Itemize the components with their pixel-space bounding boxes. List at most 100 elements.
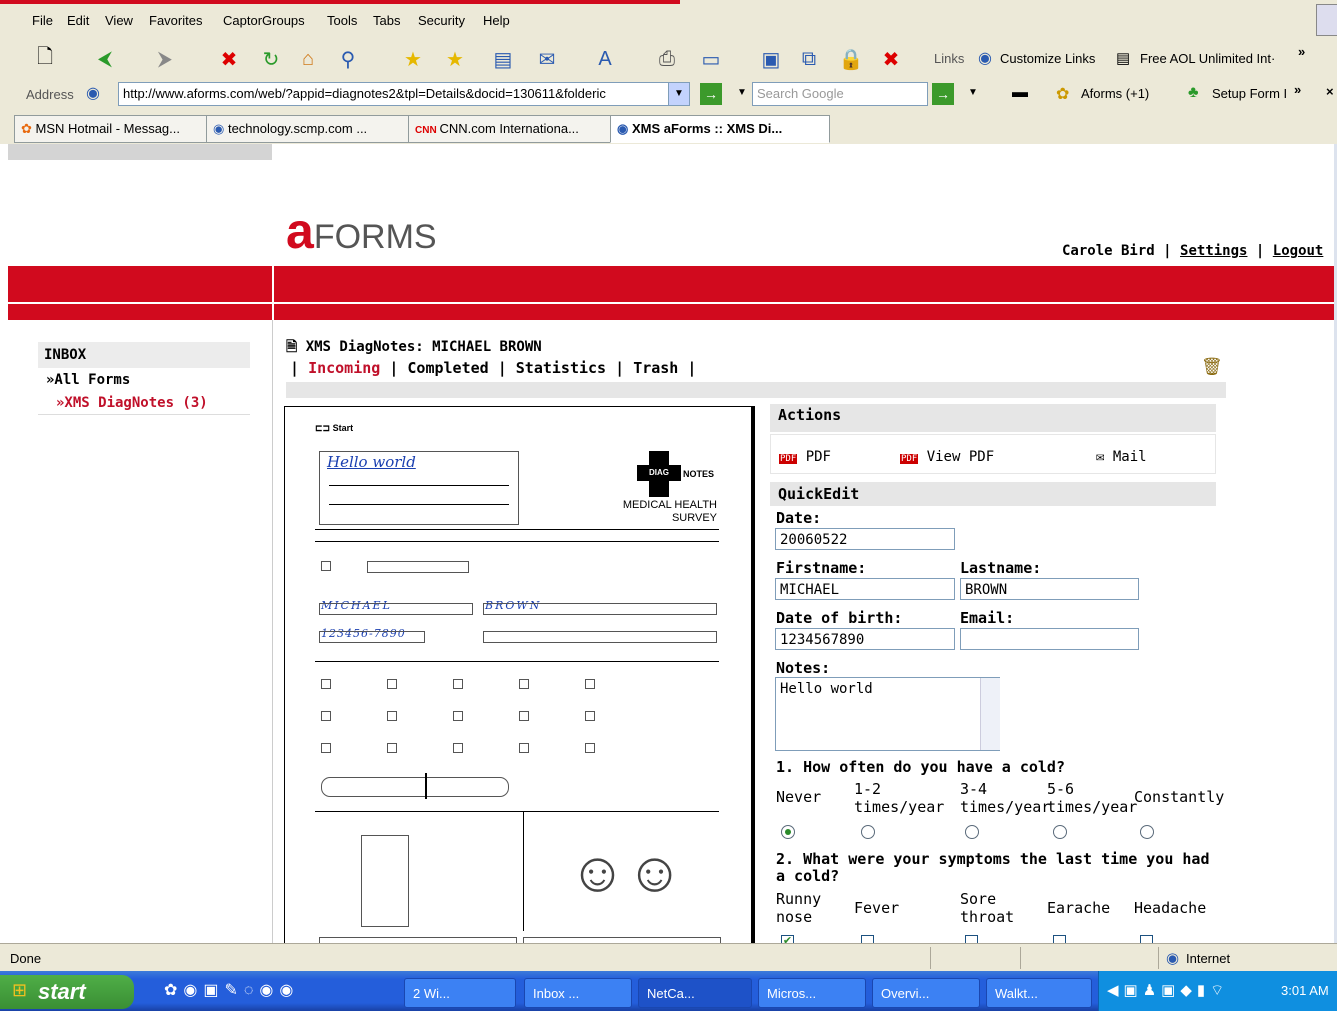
pdf-action[interactable]: PDF PDF: [779, 449, 831, 465]
tab-incoming[interactable]: Incoming: [308, 359, 380, 377]
tab-statistics[interactable]: Statistics: [516, 359, 606, 377]
q2-check-headache[interactable]: [1140, 935, 1153, 943]
all-forms-link[interactable]: »All Forms: [46, 372, 130, 388]
tray-icons[interactable]: ◀▣♟▣◆▮⌔: [1107, 981, 1229, 1000]
stop-icon[interactable]: ✖: [214, 44, 244, 74]
close-icon[interactable]: ✖: [876, 44, 906, 74]
address-dropdown-icon[interactable]: ▼: [668, 82, 690, 106]
settings-link[interactable]: Settings: [1180, 243, 1247, 259]
menu-view[interactable]: View: [105, 13, 133, 28]
menu-file[interactable]: File: [32, 13, 53, 28]
tab-trash[interactable]: Trash: [633, 359, 678, 377]
forward-button-icon[interactable]: ⮞: [150, 44, 180, 74]
q2-check-fever[interactable]: [861, 935, 874, 943]
back-button-icon[interactable]: ⮜: [90, 44, 120, 74]
tab-xms-aforms[interactable]: ◉ XMS aForms :: XMS Di...: [610, 115, 830, 143]
search-options-icon[interactable]: ▼: [968, 87, 978, 98]
check-q3: [585, 743, 595, 753]
tab-completed[interactable]: Completed: [407, 359, 488, 377]
thermometer: [321, 777, 509, 797]
quick-launch-icons[interactable]: ✿◉▣✎◌◉◉: [164, 980, 299, 1000]
q1-radio-never[interactable]: [781, 825, 795, 839]
rating-grid: [361, 835, 409, 927]
lock-icon[interactable]: 🔒: [836, 44, 866, 74]
q1-radio-3-4[interactable]: [965, 825, 979, 839]
menu-edit[interactable]: Edit: [67, 13, 89, 28]
task-netcaptor[interactable]: NetCa...: [638, 978, 752, 1008]
page-icon[interactable]: ▣: [756, 44, 786, 74]
aforms-button[interactable]: Aforms (+1): [1081, 86, 1149, 101]
new-page-icon[interactable]: 🗋: [30, 44, 60, 74]
q2-label: 2. What were your symptoms the last time…: [776, 850, 1210, 885]
firstname-field[interactable]: MICHAEL: [775, 578, 955, 600]
setup-form-link[interactable]: Setup Form I: [1212, 86, 1287, 101]
tab-scmp[interactable]: ◉ technology.scmp.com ...: [206, 115, 416, 143]
toolbar-app-icon[interactable]: ▬: [1012, 84, 1028, 102]
customize-links[interactable]: Customize Links: [1000, 51, 1095, 66]
chevron-more-icon[interactable]: »: [1294, 82, 1301, 97]
menu-help[interactable]: Help: [483, 13, 510, 28]
history-icon[interactable]: ▤: [488, 44, 518, 74]
lastname-field[interactable]: BROWN: [960, 578, 1139, 600]
date-field[interactable]: 20060522: [775, 528, 955, 550]
notes-textarea[interactable]: Hello world: [775, 677, 1000, 751]
chevron-more-icon[interactable]: »: [1298, 44, 1305, 59]
trash-icon[interactable]: 🗑: [1201, 357, 1223, 377]
aol-link[interactable]: Free AOL Unlimited Int·: [1140, 51, 1275, 66]
xms-diagnotes-link[interactable]: »XMS DiagNotes (3): [56, 395, 208, 411]
q1-radio-constantly[interactable]: [1140, 825, 1154, 839]
search-go-icon[interactable]: →: [932, 83, 954, 105]
favorites-icon[interactable]: ★: [398, 44, 428, 74]
folder-tabs: | Incoming | Completed | Statistics | Tr…: [290, 359, 696, 377]
q1-radio-5-6[interactable]: [1053, 825, 1067, 839]
q2-check-earache[interactable]: [1053, 935, 1066, 943]
window-icon[interactable]: ⧉: [794, 44, 824, 74]
add-favorite-icon[interactable]: ★: [440, 44, 470, 74]
tab-cnn[interactable]: CNN CNN.com Internationa...: [408, 115, 618, 143]
start-label: start: [38, 979, 86, 1004]
mail-icon[interactable]: ✉: [532, 44, 562, 74]
search-engine-dropdown-icon[interactable]: ▼: [737, 87, 747, 98]
home-icon[interactable]: ⌂: [293, 44, 323, 74]
q2-check-sore-throat[interactable]: [965, 935, 978, 943]
windows-logo-icon: ⊞: [12, 980, 28, 1000]
separator: |: [615, 359, 625, 377]
task-windows-group[interactable]: 2 Wi...: [404, 978, 516, 1008]
address-input[interactable]: http://www.aforms.com/web/?appid=diagnot…: [118, 82, 672, 106]
menu-security[interactable]: Security: [418, 13, 465, 28]
pdf-label: PDF: [805, 449, 831, 465]
q1-radio-1-2[interactable]: [861, 825, 875, 839]
search-icon[interactable]: ⚲: [333, 44, 363, 74]
email-field[interactable]: [960, 628, 1139, 650]
mail-action[interactable]: ✉ Mail: [1096, 449, 1147, 465]
edit-icon[interactable]: ▭: [696, 44, 726, 74]
notes-scrollbar[interactable]: [980, 678, 1000, 750]
q1-option-1-2: 1-2 times/year: [854, 780, 945, 816]
menu-tabs[interactable]: Tabs: [373, 13, 400, 28]
menu-bar: File Edit View Favorites CaptorGroups To…: [0, 0, 1337, 40]
menu-favorites[interactable]: Favorites: [149, 13, 202, 28]
search-google-input[interactable]: Search Google: [752, 82, 928, 106]
aforms-logo: aFORMS: [286, 206, 437, 256]
view-pdf-action[interactable]: PDF View PDF: [900, 449, 994, 465]
q2-check-runny-nose[interactable]: ✔: [781, 935, 794, 943]
task-microsoft[interactable]: Micros...: [758, 978, 866, 1008]
print-icon[interactable]: ⎙: [652, 44, 682, 74]
go-button-icon[interactable]: →: [700, 83, 722, 105]
logout-link[interactable]: Logout: [1273, 243, 1324, 259]
aol-link-icon: ▤: [1116, 50, 1131, 67]
tab-msn-hotmail[interactable]: ✿ MSN Hotmail - Messag...: [14, 115, 214, 143]
close-toolbar-icon[interactable]: ×: [1326, 84, 1334, 99]
logo-text: FORMS: [313, 218, 437, 256]
check-q2: [387, 711, 397, 721]
font-size-icon[interactable]: A: [590, 44, 620, 74]
menu-captorgroups[interactable]: CaptorGroups: [223, 13, 305, 28]
task-walkthrough[interactable]: Walkt...: [986, 978, 1092, 1008]
refresh-icon[interactable]: ↻: [256, 44, 286, 74]
menu-tools[interactable]: Tools: [327, 13, 357, 28]
tab-label: CNN.com Internationa...: [439, 121, 579, 136]
links-label: Links: [934, 51, 965, 66]
task-overview[interactable]: Overvi...: [872, 978, 980, 1008]
task-inbox[interactable]: Inbox ...: [524, 978, 632, 1008]
dob-field[interactable]: 1234567890: [775, 628, 955, 650]
